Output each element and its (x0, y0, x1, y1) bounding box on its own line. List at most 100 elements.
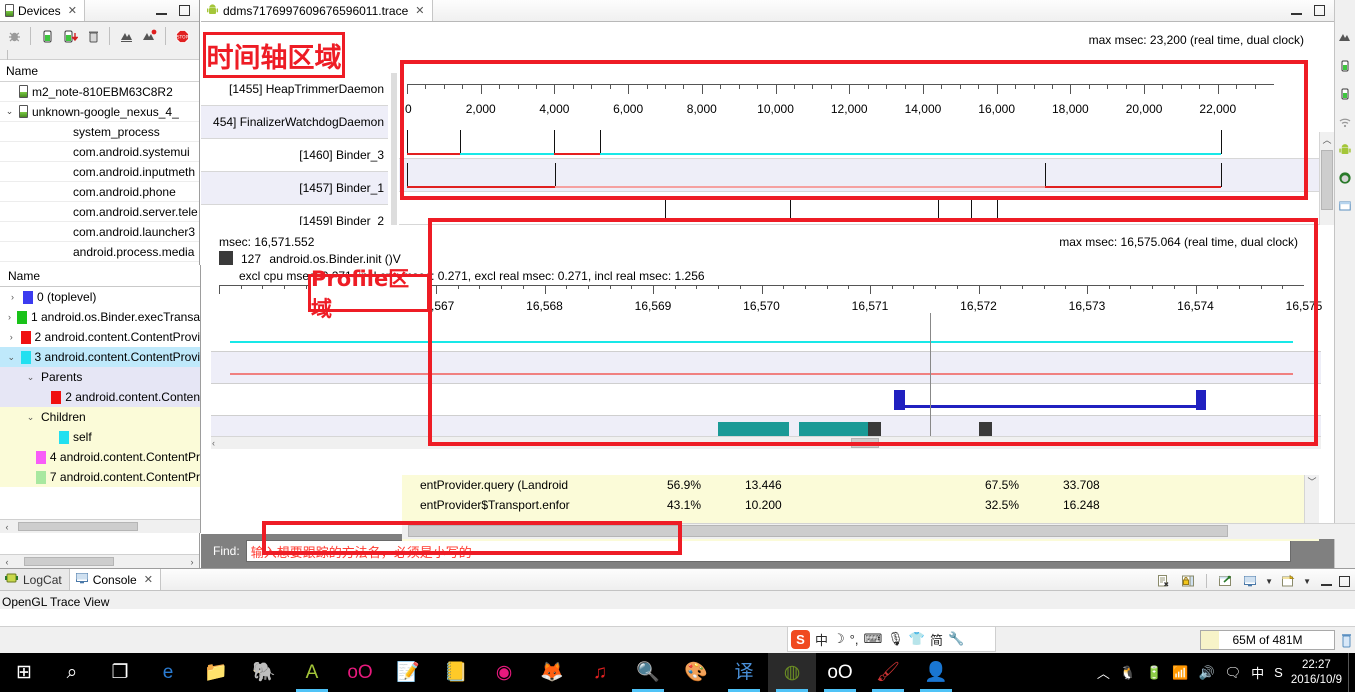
hscroll-thumb[interactable] (18, 522, 138, 531)
search-icon[interactable]: ⌕ (48, 653, 96, 692)
profile-tree-row[interactable]: self (0, 427, 200, 447)
camera-icon[interactable]: ◉ (480, 653, 528, 692)
heap-icon[interactable] (1335, 56, 1355, 76)
profile-hscrollbar[interactable]: ‹ (0, 519, 200, 533)
detail-trace-row[interactable] (211, 352, 1321, 384)
device-list-item[interactable]: m2_note-810EBM63C8R2 (0, 82, 199, 102)
profile-tree-row[interactable]: ⌄ Parents (0, 367, 200, 387)
devices-hscrollbar[interactable]: ‹ › (0, 554, 199, 568)
table-row[interactable]: entProvider.query (Landroid 56.9% 13.446 67… (402, 475, 1319, 495)
voice-input-icon[interactable]: 🎙 (887, 631, 904, 647)
toolbox-icon[interactable]: 🔧 (948, 631, 964, 647)
stop-process-icon[interactable]: STOP (172, 26, 192, 46)
chevron-down-icon[interactable]: ⌄ (6, 352, 17, 363)
detail-trace-block[interactable] (1195, 390, 1207, 410)
translate-icon[interactable]: 译 (720, 653, 768, 692)
profile-table-vscrollbar[interactable]: ﹀ (1304, 475, 1319, 523)
hscroll-thumb[interactable] (851, 438, 879, 448)
scroll-right-icon[interactable]: › (185, 557, 199, 567)
profile-tree-row[interactable]: 2 android.content.Conten (0, 387, 200, 407)
display-selected-console-icon[interactable] (1240, 571, 1260, 591)
chevron-right-icon[interactable]: › (6, 312, 13, 322)
chevron-down-icon[interactable]: ⌄ (24, 372, 37, 383)
punctuation-icon[interactable]: °, (850, 632, 859, 647)
wifi-icon[interactable] (1335, 112, 1355, 132)
eclipse-icon[interactable]: ◍ (768, 653, 816, 692)
tab-devices[interactable]: Devices ✕ (0, 0, 85, 21)
thread-name-row[interactable]: [1460] Binder_3 (201, 139, 388, 172)
chevron-down-icon[interactable]: ▼ (1265, 577, 1273, 586)
heap-dump-icon[interactable] (1335, 84, 1355, 104)
android-icon[interactable] (1335, 140, 1355, 160)
allocation-tracker-icon[interactable] (139, 26, 159, 46)
scroll-up-icon[interactable]: ︿ (1320, 132, 1334, 148)
sogou-logo-icon[interactable]: S (791, 629, 810, 649)
minimize-icon[interactable] (1290, 4, 1303, 17)
photo-icon[interactable]: 👤 (912, 653, 960, 692)
scroll-down-icon[interactable]: ﹀ (1305, 475, 1319, 488)
pdf-reader-icon[interactable]: 🔍 (624, 653, 672, 692)
ime-indicator[interactable]: 中 (1251, 663, 1264, 682)
edge-icon[interactable]: e (144, 653, 192, 692)
profile-tree-row[interactable]: › 1 android.os.Binder.execTransa (0, 307, 200, 327)
heap-dump-icon[interactable] (60, 26, 80, 46)
paint-palette-icon[interactable]: 🎨 (672, 653, 720, 692)
maximize-icon[interactable] (1338, 575, 1351, 588)
show-hidden-icons[interactable]: ︿ (1097, 663, 1110, 682)
scroll-left-icon[interactable]: ‹ (0, 557, 14, 567)
detail-hscrollbar[interactable]: ‹ (211, 436, 1321, 449)
detail-trace-row[interactable] (211, 320, 1321, 352)
timeline-vscrollbar[interactable]: ︿ (1319, 132, 1334, 230)
profile-tree-row[interactable]: › 0 (toplevel) (0, 287, 200, 307)
device-list-item[interactable]: com.android.server.tele (0, 202, 199, 222)
profile-tree-row[interactable]: ⌄ Children (0, 407, 200, 427)
file-explorer-icon[interactable]: 📁 (192, 653, 240, 692)
oo-app-icon[interactable]: oO (816, 653, 864, 692)
profile-table-hscrollbar[interactable]: › (402, 523, 1355, 539)
close-icon[interactable]: ✕ (415, 4, 424, 17)
device-list-item[interactable]: com.android.systemui (0, 142, 199, 162)
clear-console-icon[interactable] (1153, 571, 1173, 591)
method-profiling-icon[interactable] (1335, 28, 1355, 48)
hscroll-thumb[interactable] (408, 525, 1228, 537)
evernote-icon[interactable]: 🐘 (240, 653, 288, 692)
action-center-icon[interactable]: 🗨 (1225, 665, 1242, 681)
profile-tree-row[interactable]: ⌄ 3 android.content.ContentProvi (0, 347, 200, 367)
android-studio-icon[interactable]: A (288, 653, 336, 692)
device-list-item[interactable]: ⌄ unknown-google_nexus_4_ (0, 102, 199, 122)
window-icon[interactable] (1335, 196, 1355, 216)
open-console-icon[interactable] (1278, 571, 1298, 591)
task-view-icon[interactable]: ❐ (96, 653, 144, 692)
detail-trace-row[interactable] (211, 384, 1321, 416)
folder-yellow-icon[interactable]: 📒 (432, 653, 480, 692)
monkey-icon[interactable] (1335, 168, 1355, 188)
simplified-chinese-icon[interactable]: 简 (930, 630, 943, 649)
hscroll-thumb[interactable] (24, 557, 114, 566)
qq-icon[interactable]: 🐧 (1120, 665, 1136, 681)
thread-name-row[interactable]: 454] FinalizerWatchdogDaemon (201, 106, 388, 139)
device-list-item[interactable]: com.android.phone (0, 182, 199, 202)
profile-tree-row[interactable]: 4 android.content.ContentPr (0, 447, 200, 467)
console-tab-console[interactable]: Console ✕ (69, 569, 161, 590)
heap-update-icon[interactable] (37, 26, 57, 46)
sogou-tray-icon[interactable]: S (1274, 665, 1283, 680)
profile-tree-row[interactable]: › 2 android.content.ContentProvi (0, 327, 200, 347)
firefox-icon[interactable]: 🦊 (528, 653, 576, 692)
paint-icon[interactable]: 🖌 (864, 653, 912, 692)
memory-indicator[interactable]: 65M of 481M (1200, 630, 1335, 650)
profile-tree[interactable]: › 0 (toplevel) › 1 android.os.Binder.execTr… (0, 287, 200, 519)
battery-icon[interactable]: 🔋 (1146, 665, 1162, 681)
oo-icon[interactable]: oO (336, 653, 384, 692)
wifi-icon[interactable]: 📶 (1172, 665, 1188, 681)
thread-name-row[interactable]: [1457] Binder_1 (201, 172, 388, 205)
scroll-left-icon[interactable]: ‹ (212, 438, 215, 448)
close-icon[interactable]: ✕ (144, 573, 153, 586)
find-input[interactable] (245, 540, 1291, 562)
table-row[interactable]: entProvider$Transport.enfor 43.1% 10.200 32… (402, 495, 1319, 515)
device-list-item[interactable]: android.process.media (0, 242, 199, 262)
notepad-icon[interactable]: 📝 (384, 653, 432, 692)
minimize-icon[interactable] (1320, 575, 1333, 588)
timeline-column-splitter[interactable] (391, 73, 397, 230)
maximize-icon[interactable] (178, 4, 191, 17)
moon-icon[interactable]: ☽ (833, 631, 845, 647)
